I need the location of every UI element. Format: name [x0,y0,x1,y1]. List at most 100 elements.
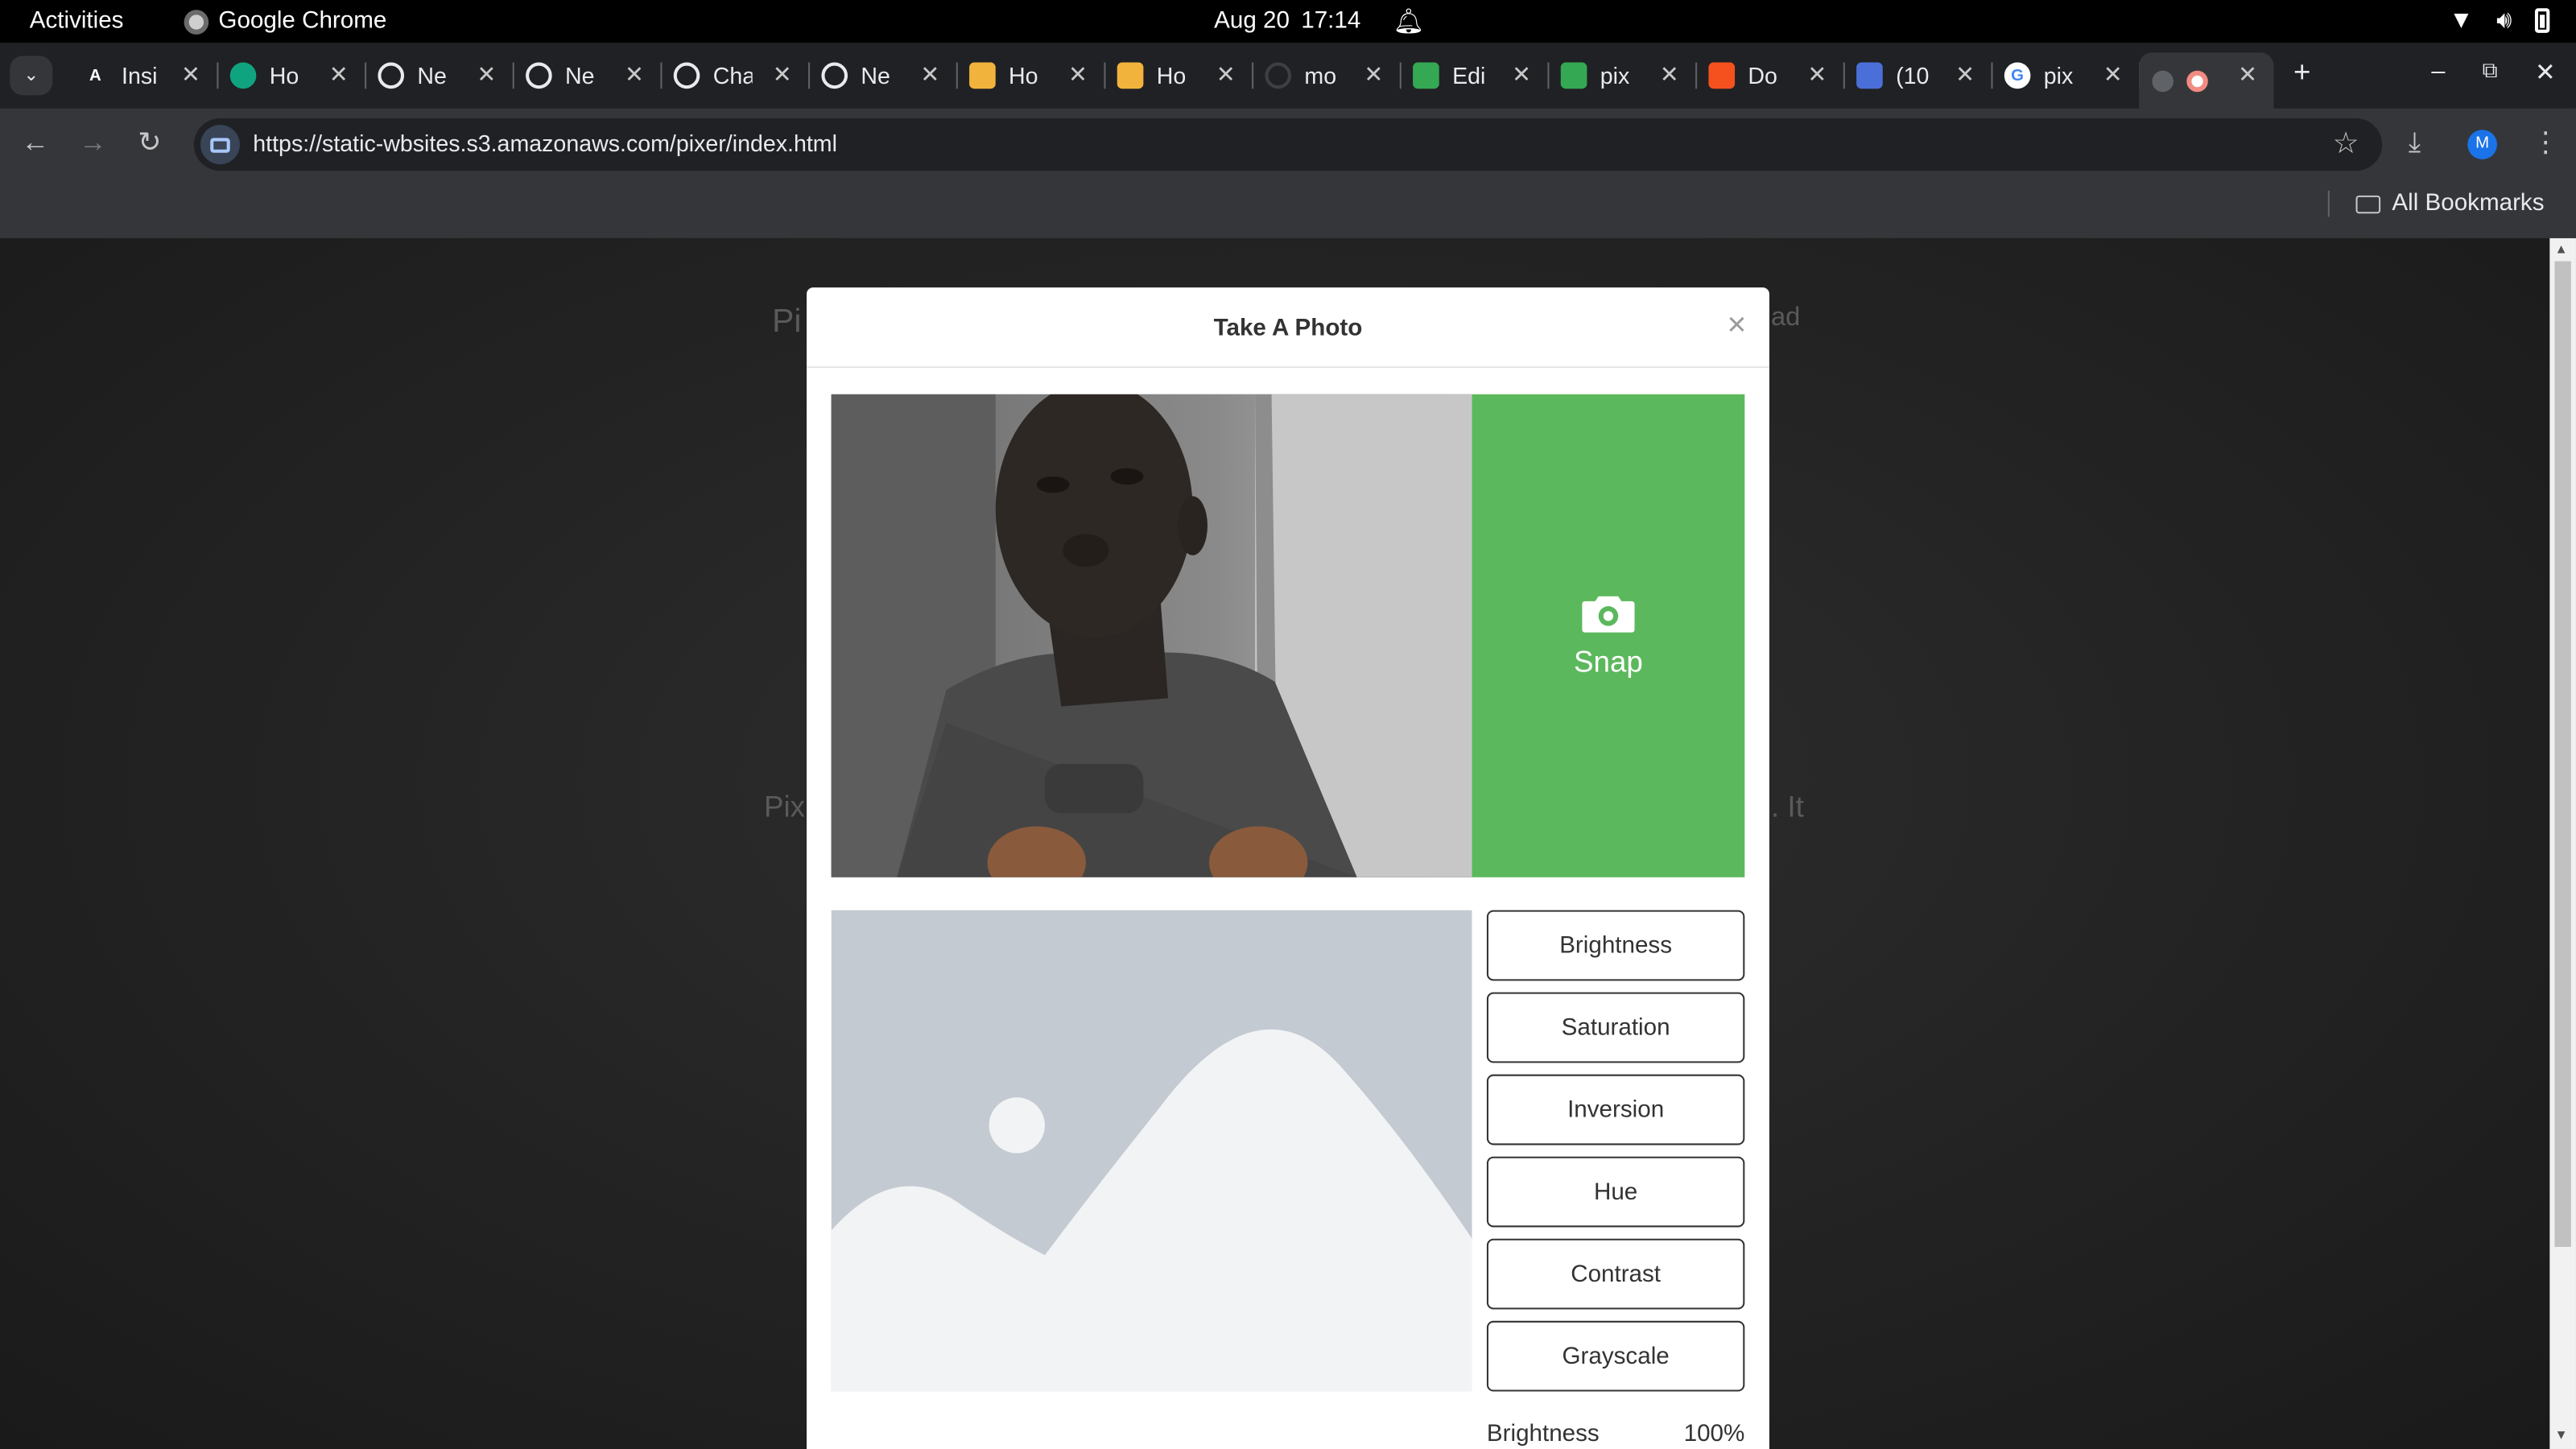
app-menu[interactable]: Google Chrome [184,8,386,35]
close-tab-icon[interactable]: ✕ [181,61,200,89]
recording-icon [2152,69,2174,92]
scroll-down-icon[interactable]: ▼ [2554,1427,2567,1442]
all-bookmarks-button[interactable]: All Bookmarks [2355,190,2545,217]
background-heading-fragment-right: ad [1770,303,1801,332]
chatgpt-icon [673,62,700,89]
tab-title: Edi [1452,62,1486,89]
browser-tab[interactable]: Ho ✕ [956,52,1106,98]
close-tab-icon[interactable]: ✕ [1955,61,1975,89]
browser-tab[interactable]: pix ✕ [1547,52,1698,98]
restore-icon[interactable]: ⧉ [2483,57,2498,84]
close-tab-icon[interactable]: ✕ [2103,61,2123,89]
system-tray[interactable]: ▼ 🔊︎ [2449,6,2550,35]
snap-label: Snap [1574,645,1643,678]
address-bar[interactable]: https://static-wbsites.s3.amazonaws.com/… [193,118,2383,171]
close-tab-icon[interactable]: ✕ [920,61,939,89]
openai-icon [821,62,848,89]
scroll-up-icon[interactable]: ▲ [2554,242,2567,256]
bookmark-star-icon[interactable]: ☆ [2333,126,2359,161]
bookmarks-bar: All Bookmarks [0,180,2576,238]
download-icon[interactable]: ⤓ [2409,126,2421,159]
clock-time: 17:14 [1301,8,1361,35]
snap-button[interactable]: Snap [1472,394,1745,877]
profile-avatar[interactable]: M [2467,130,2498,159]
battery-icon [2534,8,2550,33]
anthropic-icon: A [82,62,109,89]
filter-button-contrast[interactable]: Contrast [1486,1238,1745,1310]
loading-icon [1265,62,1292,89]
take-photo-modal: Take A Photo × Snap Brightness Saturatio… [807,287,1769,1449]
background-paragraph-fragment-right: . It [1770,790,1804,824]
background-paragraph-fragment: Pix [763,790,806,824]
activities-button[interactable]: Activities [30,8,124,35]
close-tab-icon[interactable]: ✕ [1216,61,1236,89]
close-tab-icon[interactable]: ✕ [773,61,792,89]
close-window-icon[interactable]: ✕ [2535,57,2556,87]
close-tab-icon[interactable]: ✕ [329,61,349,89]
browser-tab[interactable]: Cha ✕ [660,52,811,98]
browser-tab[interactable]: Ho ✕ [217,52,367,98]
close-tab-icon[interactable]: ✕ [1068,61,1088,89]
close-tab-icon[interactable]: ✕ [1364,61,1383,89]
browser-tab[interactable]: (10 ✕ [1843,52,1993,98]
browser-tab[interactable]: Ne ✕ [808,52,958,98]
tab-title: Cha [712,62,753,89]
tab-title: Do [1748,62,1777,89]
record-dot-icon [2186,69,2208,92]
new-tab-button[interactable]: + [2293,56,2310,90]
close-tab-icon[interactable]: ✕ [625,61,644,89]
tab-title: pix [2043,62,2074,89]
menu-dots-icon[interactable]: ⋮ [2532,126,2560,159]
browser-tab[interactable]: Ne ✕ [365,52,514,98]
filter-readout: Brightness 100% [1487,1421,1744,1447]
clock[interactable]: Aug 20 17:14 [1214,8,1360,35]
reload-icon[interactable]: ↻ [138,126,161,159]
tab-title: Ne [861,62,890,89]
filter-readout-label: Brightness [1486,1421,1600,1447]
browser-tab[interactable]: A Insi ✕ [69,52,219,98]
tab-title: Ho [1009,62,1038,89]
browser-tab[interactable]: Ho ✕ [1104,52,1254,98]
close-tab-icon[interactable]: ✕ [1512,61,1531,89]
tab-strip: ⌄ A Insi ✕ Ho ✕ Ne ✕ Ne ✕ Cha ✕ Ne ✕ Ho ✕ Ho ✕ mo ✕ Edi ✕ pix… [0,43,2576,109]
back-icon[interactable]: ← [22,126,50,159]
clock-date: Aug 20 [1214,8,1290,35]
close-tab-icon[interactable]: ✕ [477,61,496,89]
camera-permission-icon[interactable] [200,125,240,165]
close-tab-icon[interactable]: ✕ [1807,61,1827,89]
volume-icon: 🔊︎ [2496,6,2512,35]
forward-icon[interactable]: → [79,126,107,159]
modal-close-button[interactable]: × [1728,308,1747,345]
tab-search-button[interactable]: ⌄ [10,56,53,96]
filter-button-hue[interactable]: Hue [1486,1156,1745,1228]
browser-tab[interactable]: Gpix ✕ [1991,52,2141,98]
tab-title: Insi [122,62,158,89]
tab-title: mo [1304,62,1337,89]
close-tab-icon[interactable]: ✕ [1660,61,1679,89]
box-icon [969,62,996,89]
tab-title: Ne [565,62,595,89]
filter-button-grayscale[interactable]: Grayscale [1486,1320,1745,1392]
notification-bell-icon[interactable]: 🔔︎ [1393,6,1425,36]
page-scrollbar[interactable]: ▲ ▼ [2549,237,2576,1449]
filter-button-saturation[interactable]: Saturation [1486,992,1745,1063]
close-tab-icon[interactable]: ✕ [2238,61,2257,89]
filter-button-inversion[interactable]: Inversion [1486,1074,1745,1146]
url-text[interactable]: https://static-wbsites.s3.amazonaws.com/… [253,130,837,156]
browser-tab[interactable]: mo ✕ [1252,52,1402,98]
browser-tab[interactable]: Do ✕ [1695,52,1845,98]
tab-active-recording[interactable]: ✕ [2139,52,2274,109]
minimize-icon[interactable]: – [2431,57,2445,85]
webcam-image [831,394,1472,877]
filter-readout-value: 100% [1683,1421,1745,1447]
filter-button-brightness[interactable]: Brightness [1486,910,1745,981]
tab-title: pix [1600,62,1630,89]
browser-tab[interactable]: Ne ✕ [513,52,663,98]
browser-tab[interactable]: Edi ✕ [1400,52,1550,98]
openai-icon [378,62,405,89]
scrollbar-thumb[interactable] [2554,261,2571,1247]
all-bookmarks-label: All Bookmarks [2392,190,2545,217]
tab-title: Ne [417,62,447,89]
tab-title: (10 [1896,62,1930,89]
camera-icon [1582,595,1635,632]
